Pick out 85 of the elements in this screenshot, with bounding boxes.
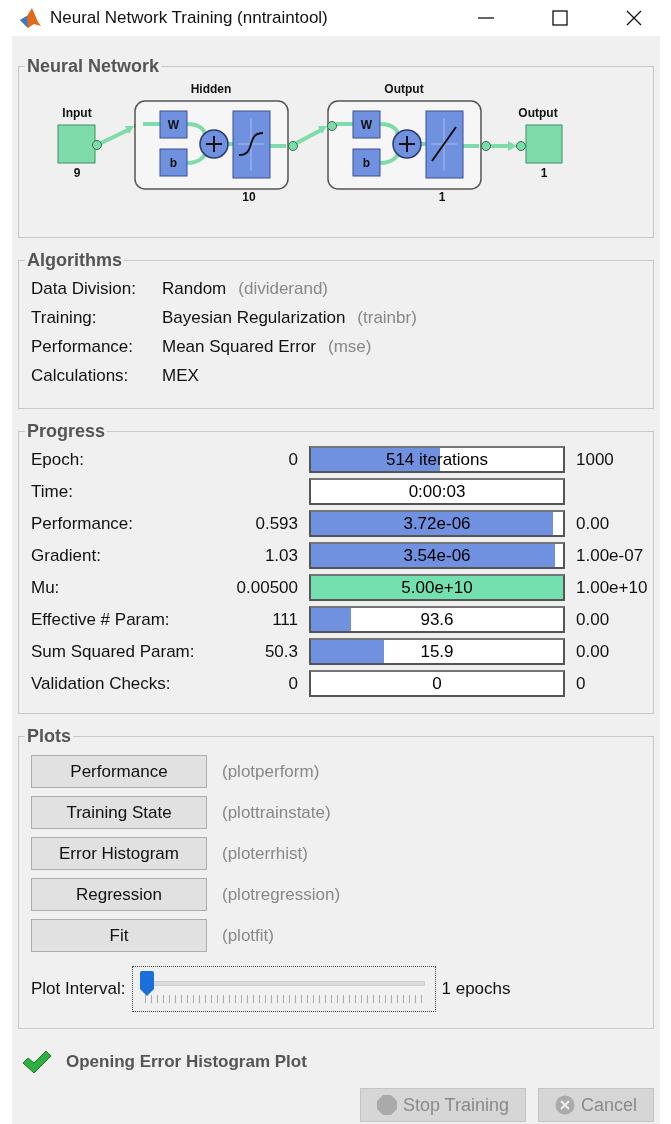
weight-block: W (352, 110, 381, 139)
function-name: (mse) (328, 337, 372, 357)
bar-value: 3.72e-06 (403, 515, 471, 532)
start-value: 0.00500 (235, 577, 298, 598)
function-name: (dividerand) (238, 279, 329, 299)
start-value: 0 (287, 449, 298, 470)
transfer-block (232, 110, 271, 179)
size-label: 9 (73, 166, 81, 180)
layer-label: Hidden (190, 82, 232, 96)
sum-node (392, 129, 422, 159)
output-node (525, 124, 563, 164)
function-name: (plotregression) (222, 884, 341, 905)
plot-interval-slider[interactable] (131, 966, 436, 1012)
bar-value: 93.6 (420, 611, 454, 628)
bias-block: b (352, 148, 381, 177)
field-label: Gradient: (31, 545, 102, 566)
window-title: Neural Network Training (nntraintool) (50, 8, 328, 28)
status-message: Opening Error Histogram Plot (66, 1052, 307, 1072)
bar-value: 15.9 (420, 643, 454, 660)
start-value: 111 (271, 609, 298, 630)
panel-title: Algorithms (26, 250, 123, 271)
field-label: Effective # Param: (31, 609, 171, 630)
connector-arrow (288, 121, 337, 151)
close-icon (625, 9, 643, 27)
transfer-block (425, 110, 464, 179)
panel-title: Progress (26, 421, 107, 442)
end-value: 0.00 (576, 641, 611, 662)
weight-block: W (159, 110, 188, 139)
field-label: Performance: (31, 337, 135, 357)
bar-value: 5.00e+10 (401, 579, 473, 596)
start-value: 1.03 (263, 545, 298, 566)
stop-sign-icon (376, 1095, 397, 1115)
sum-node (199, 129, 229, 159)
field-value: MEX (162, 366, 199, 386)
plot-button[interactable]: Training State (31, 796, 207, 829)
layer-label: Input (62, 106, 92, 120)
plot-button[interactable]: Fit (31, 919, 207, 952)
function-name: (plotperform) (222, 761, 320, 782)
field-value: Mean Squared Error (162, 337, 317, 357)
size-label: 10 (242, 190, 256, 204)
field-label: Performance: (31, 513, 135, 534)
field-label: Data Division: (31, 279, 137, 299)
function-name: (trainbr) (357, 308, 417, 328)
bar-value: 3.54e-06 (403, 547, 471, 564)
start-value: 50.3 (263, 641, 298, 662)
field-label: Sum Squared Param: (31, 641, 193, 662)
field-value: Bayesian Regularization (162, 308, 346, 328)
panel-title: Neural Network (26, 56, 161, 77)
minimize-icon (478, 17, 494, 19)
function-name: (plottrainstate) (222, 802, 331, 823)
layer-label: Output (384, 82, 424, 96)
maximize-icon (551, 9, 569, 27)
field-label: Training: (31, 308, 98, 328)
end-value: 0.00 (576, 609, 611, 630)
size-label: 1 (438, 190, 446, 204)
plot-button[interactable]: Regression (31, 878, 207, 911)
app-icon (18, 6, 42, 30)
field-label: Plot Interval: (31, 979, 126, 999)
field-value: Random (162, 279, 227, 299)
end-value: 1000 (576, 449, 615, 470)
slider-thumb[interactable] (138, 971, 155, 997)
connector-arrow (481, 141, 526, 151)
end-value: 0.00 (576, 513, 611, 534)
plot-button[interactable]: Performance (31, 755, 207, 788)
end-value: 1.00e+10 (576, 577, 648, 598)
checkmark-icon (22, 1050, 52, 1074)
end-value: 0 (576, 673, 587, 694)
start-value: 0 (287, 673, 298, 694)
field-label: Calculations: (31, 366, 130, 386)
field-label: Mu: (31, 577, 61, 598)
bias-block: b (159, 148, 188, 177)
function-name: (plotfit) (222, 925, 274, 946)
start-value: 0.593 (254, 513, 298, 534)
input-node (57, 124, 96, 164)
end-value: 1.00e-07 (576, 545, 645, 566)
panel-title: Plots (26, 726, 72, 747)
size-label: 1 (540, 166, 548, 180)
plot-button[interactable]: Error Histogram (31, 837, 207, 870)
function-name: (ploterrhist) (222, 843, 308, 864)
cancel-icon (554, 1095, 575, 1115)
field-label: Validation Checks: (31, 673, 172, 694)
field-label: Time: (31, 481, 74, 502)
layer-label: Output (518, 106, 558, 120)
field-label: Epoch: (31, 449, 85, 470)
interval-reading: 1 epochs (441, 979, 511, 999)
